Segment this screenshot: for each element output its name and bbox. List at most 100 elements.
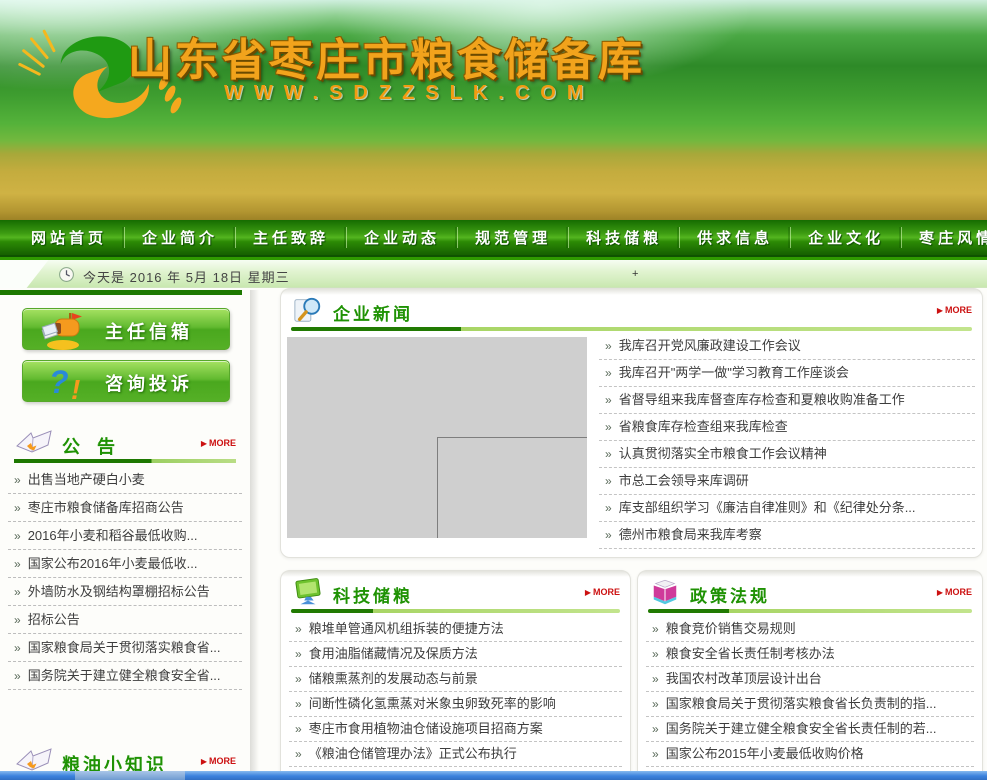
consult-complaint-label: 咨询投诉 [105,370,193,396]
nav-item[interactable]: 企业简介 [124,227,235,248]
date-bar: 今天是 2016 年 5月 18日 星期三 + [0,257,987,288]
nav-item[interactable]: 供求信息 [679,227,790,248]
director-mailbox-label: 主任信箱 [105,318,193,344]
news-title: 企业新闻 [333,300,413,325]
consult-complaint-button[interactable]: ? ! 咨询投诉 [22,360,230,402]
main-navigation: 网站首页 企业简介 主任致辞 企业动态 规范管理 科技储粮 供求信息 企业文化 … [0,220,987,257]
current-date-text: 今天是 2016 年 5月 18日 星期三 [83,267,290,286]
more-arrow-icon: ▶ [937,306,943,315]
news-more-link[interactable]: ▶MORE [937,305,972,315]
item-bullet-icon: » [295,747,302,761]
tech-list-item[interactable]: »食用油脂储藏情况及保质方法 [289,642,622,667]
item-bullet-icon: » [14,669,21,683]
notice-more-link[interactable]: ▶MORE [201,438,236,448]
policy-more-link[interactable]: ▶MORE [937,587,972,597]
policy-list-item[interactable]: »国家粮食局关于贯彻落实粮食省长负责制的指... [646,692,974,717]
policy-list-item[interactable]: »我国农村改革顶层设计出台 [646,667,974,692]
item-bullet-icon: » [14,613,21,627]
notice-section-header: 公 告 ▶MORE [14,430,236,458]
news-list-item[interactable]: »认真贯彻落实全市粮食工作会议精神 [599,441,975,468]
item-bullet-icon: » [14,641,21,655]
tech-panel-header: 科技储粮 ▶MORE [291,575,620,609]
policy-list-item[interactable]: »粮食竞价销售交易规则 [646,617,974,642]
notice-list-item[interactable]: »枣庄市粮食储备库招商公告 [8,494,242,522]
monitor-icon [293,577,323,607]
more-arrow-icon: ▶ [201,439,207,448]
policy-title: 政策法规 [690,582,770,607]
news-list-item[interactable]: »市总工会领导来库调研 [599,468,975,495]
nav-item[interactable]: 枣庄风情 [901,227,987,248]
news-list-item[interactable]: »我库召开"两学一做"学习教育工作座谈会 [599,360,975,387]
policy-list-item[interactable]: »国家公布2015年小麦最低收购价格 [646,742,974,767]
tech-underline [291,609,620,613]
nav-item[interactable]: 科技储粮 [568,227,679,248]
item-bullet-icon: » [295,672,302,686]
tech-list-item[interactable]: »间断性磷化氢熏蒸对米象虫卵致死率的影响 [289,692,622,717]
news-list-item[interactable]: »库支部组织学习《廉洁自律准则》和《纪律处分条... [599,495,975,522]
item-bullet-icon: » [605,393,612,407]
news-list-item[interactable]: »省粮食库存检查组来我库检查 [599,414,975,441]
site-title: 山东省枣庄市粮食储备库 [128,24,645,88]
tech-list: »粮堆单管通风机组拆装的便捷方法 »食用油脂储藏情况及保质方法 »储粮熏蒸剂的发… [289,617,622,780]
notice-list-item[interactable]: »2016年小麦和稻谷最低收购... [8,522,242,550]
news-panel: 企业新闻 ▶MORE »我库召开党风廉政建设工作会议 »我库召开"两学一做"学习… [280,288,983,558]
item-bullet-icon: » [295,647,302,661]
policy-panel-header: 政策法规 ▶MORE [648,575,972,609]
notice-underline [14,459,236,463]
open-book-icon [14,428,54,458]
news-panel-header: 企业新闻 ▶MORE [291,293,972,327]
knowledge-more-link[interactable]: ▶MORE [201,756,236,766]
item-bullet-icon: » [14,529,21,543]
book-icon [650,577,680,607]
item-bullet-icon: » [295,622,302,636]
item-bullet-icon: » [605,366,612,380]
notice-list-item[interactable]: »出售当地产硬白小麦 [8,466,242,494]
news-list-item[interactable]: »德州市粮食局来我库考察 [599,522,975,549]
blue-bar-segment [75,771,185,780]
item-bullet-icon: » [605,339,612,353]
nav-item[interactable]: 网站首页 [14,227,124,248]
svg-text:!: ! [71,374,80,403]
notice-list-item[interactable]: »外墙防水及钢结构罩棚招标公告 [8,578,242,606]
placeholder-corner-line [437,437,587,538]
tech-list-item[interactable]: »《粮油仓储管理办法》正式公布执行 [289,742,622,767]
svg-text:?: ? [49,364,69,400]
bottom-blue-bar [0,771,987,780]
news-list-item[interactable]: »省督导组来我库督查库存检查和夏粮收购准备工作 [599,387,975,414]
item-bullet-icon: » [605,528,612,542]
notice-list-item[interactable]: »招标公告 [8,606,242,634]
notice-list-item[interactable]: »国家公布2016年小麦最低收... [8,550,242,578]
item-bullet-icon: » [14,585,21,599]
nav-item[interactable]: 企业动态 [346,227,457,248]
item-bullet-icon: » [652,747,659,761]
notice-list-item[interactable]: »国家粮食局关于贯彻落实粮食省... [8,634,242,662]
nav-item[interactable]: 企业文化 [790,227,901,248]
tech-list-item[interactable]: »储粮熏蒸剂的发展动态与前景 [289,667,622,692]
sidebar-edge-shadow [250,290,259,780]
tech-title: 科技储粮 [333,582,413,607]
item-bullet-icon: » [652,622,659,636]
more-arrow-icon: ▶ [201,757,207,766]
item-bullet-icon: » [605,474,612,488]
sidebar-top-accent [0,290,242,295]
nav-item[interactable]: 主任致辞 [235,227,346,248]
clock-icon [58,266,75,283]
more-arrow-icon: ▶ [585,588,591,597]
notice-list: »出售当地产硬白小麦 »枣庄市粮食储备库招商公告 »2016年小麦和稻谷最低收购… [8,466,242,690]
item-bullet-icon: » [14,557,21,571]
tech-list-item[interactable]: »粮堆单管通风机组拆装的便捷方法 [289,617,622,642]
tech-list-item[interactable]: »枣庄市食用植物油仓储设施项目招商方案 [289,717,622,742]
notice-list-item[interactable]: »国务院关于建立健全粮食安全省... [8,662,242,690]
news-image-placeholder [287,337,587,538]
item-bullet-icon: » [605,420,612,434]
news-list-item[interactable]: »我库召开党风廉政建设工作会议 [599,333,975,360]
director-mailbox-button[interactable]: 主任信箱 [22,308,230,350]
nav-item[interactable]: 规范管理 [457,227,568,248]
news-underline [291,327,972,331]
item-bullet-icon: » [652,697,659,711]
item-bullet-icon: » [295,697,302,711]
tech-more-link[interactable]: ▶MORE [585,587,620,597]
policy-list-item[interactable]: »国务院关于建立健全粮食安全省长责任制的若... [646,717,974,742]
policy-list-item[interactable]: »粮食安全省长责任制考核办法 [646,642,974,667]
tech-panel: 科技储粮 ▶MORE »粮堆单管通风机组拆装的便捷方法 »食用油脂储藏情况及保质… [280,570,631,780]
